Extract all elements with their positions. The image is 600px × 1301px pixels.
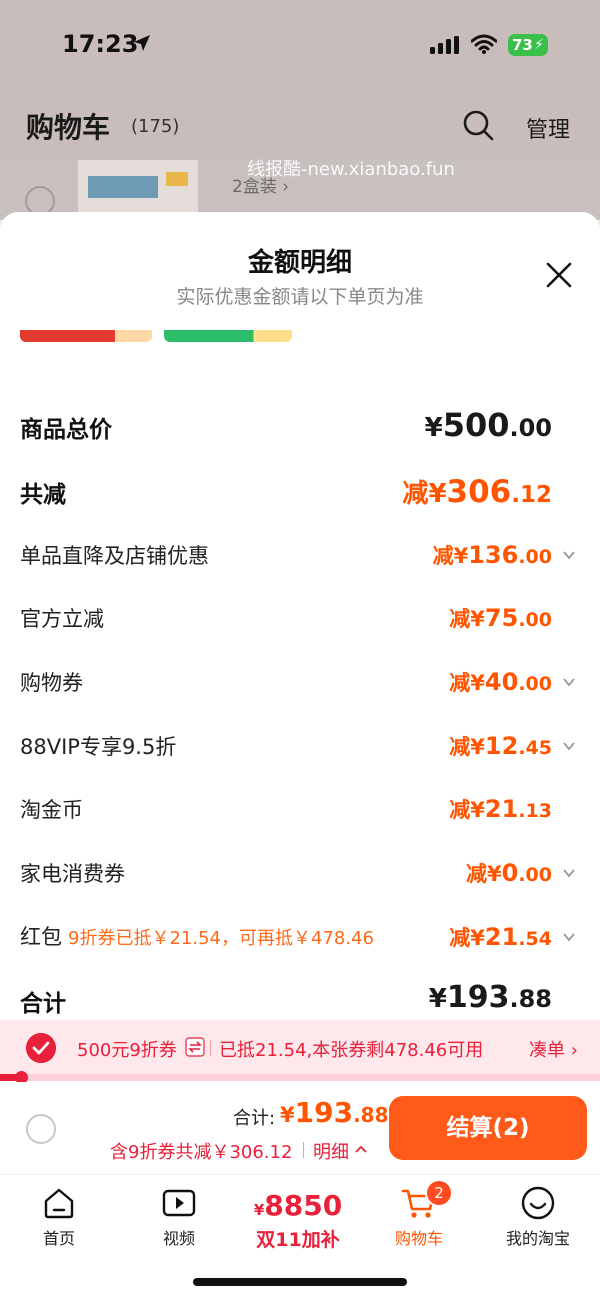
tab-label: 首页 (42, 1229, 75, 1248)
home-indicator[interactable] (193, 1278, 407, 1286)
manage-button[interactable]: 管理 (526, 112, 570, 144)
chevron-down-icon[interactable] (562, 739, 576, 753)
tab-video[interactable]: 视频 (129, 1181, 229, 1251)
sheet-title: 金额明细 (247, 248, 352, 278)
grand-total-amount: ¥193.88 (428, 980, 552, 1015)
status-bar: 17:23 73 ⚡ (0, 0, 600, 90)
tab-cart[interactable]: 2 购物车 (369, 1179, 469, 1251)
red-packet-amount[interactable]: 减¥21.54 (449, 922, 552, 952)
promo-amount: ¥8850 (253, 1189, 343, 1222)
charging-bolt-icon: ⚡ (534, 37, 544, 53)
cart-badge: 2 (425, 1179, 453, 1207)
sheet-subtitle: 实际优惠金额请以下单页为准 (176, 286, 424, 308)
chevron-up-icon[interactable] (354, 1144, 368, 1154)
profile-icon (521, 1186, 555, 1220)
taojinbi-amount: 减¥21.13 (449, 795, 552, 823)
promo-label: 双11加补 (256, 1229, 340, 1251)
search-icon[interactable] (462, 109, 494, 141)
total-label: 合计: (233, 1108, 276, 1129)
tab-home[interactable]: 首页 (9, 1181, 109, 1251)
chevron-down-icon[interactable] (562, 866, 576, 880)
row-label-store-discount[interactable]: 单品直降及店铺优惠 (20, 540, 209, 570)
row-label-grand-total: 合计 (20, 991, 66, 1017)
chevron-down-icon[interactable] (562, 548, 576, 562)
cellular-signal-icon (430, 36, 459, 54)
home-icon (44, 1188, 74, 1219)
row-label-red-packet[interactable]: 红包 9折券已抵￥21.54，可再抵￥478.46 (20, 921, 374, 951)
store-discount-amount[interactable]: 减¥136.00 (433, 540, 552, 570)
divider (303, 1142, 304, 1158)
tab-label: 购物车 (394, 1229, 443, 1248)
shopping-coupon-amount[interactable]: 减¥40.00 (449, 667, 552, 697)
battery-indicator: 73 ⚡ (508, 34, 548, 56)
tab-label: 视频 (162, 1229, 195, 1248)
close-icon[interactable] (544, 260, 574, 290)
tab-double11-promo[interactable]: ¥8850 双11加补 (248, 1181, 348, 1251)
row-label-appliance-voucher[interactable]: 家电消费券 (20, 858, 125, 888)
tab-my-taobao[interactable]: 我的淘宝 (488, 1181, 588, 1251)
row-label-official-discount: 官方立减 (20, 607, 104, 631)
row-label-shopping-coupon[interactable]: 购物券 (20, 667, 83, 697)
coupon-banner[interactable]: 500元9折券 已抵21.54,本张券剩478.46可用 凑单 › (0, 1020, 600, 1076)
promo-tag-strip (20, 330, 152, 342)
coupon-detail: 已抵21.54,本张券剩478.46可用 (219, 1040, 484, 1061)
red-packet-note: 9折券已抵￥21.54，可再抵￥478.46 (68, 928, 374, 949)
total-amount: ¥193.88 (280, 1096, 389, 1129)
savings-note: 含9折券共减￥306.12 (110, 1142, 293, 1163)
product-thumbnail[interactable] (78, 160, 198, 216)
coupon-name: 500元9折券 (77, 1040, 177, 1061)
watermark: 线报酷-new.xianbao.fun (247, 159, 455, 180)
video-icon (162, 1189, 196, 1217)
cart-header: 购物车 (175) 管理 (0, 90, 600, 160)
coupon-progress-bar (0, 1071, 600, 1084)
divider (210, 1040, 211, 1056)
88vip-discount-amount[interactable]: 减¥12.45 (449, 731, 552, 761)
select-all-radio[interactable] (26, 1114, 56, 1144)
battery-level: 73 (512, 36, 533, 54)
add-items-link[interactable]: 凑单 › (529, 1036, 578, 1062)
cart-count: (175) (131, 116, 180, 137)
subtotal-amount: ¥500.00 (424, 406, 552, 444)
chevron-down-icon[interactable] (562, 930, 576, 944)
row-label-subtotal: 商品总价 (20, 417, 112, 443)
wifi-icon (471, 34, 497, 54)
row-label-88vip[interactable]: 88VIP专享9.5折 (20, 731, 176, 761)
checkout-button[interactable]: 结算(2) (389, 1096, 587, 1160)
location-arrow-icon (134, 35, 150, 51)
detail-toggle[interactable]: 明细 (313, 1138, 349, 1164)
total-discount-amount: 减¥306.12 (402, 474, 552, 510)
status-time: 17:23 (62, 30, 139, 58)
checkmark-icon[interactable] (26, 1033, 56, 1063)
chevron-down-icon[interactable] (562, 675, 576, 689)
row-label-total-discount: 共减 (20, 482, 66, 508)
swap-icon[interactable] (185, 1037, 205, 1057)
red-packet-label: 红包 (20, 925, 62, 949)
service-tag-strip (164, 330, 292, 342)
checkout-bar: 合计: ¥193.88 含9折券共减￥306.12 明细 结算(2) (0, 1082, 600, 1174)
tab-label: 我的淘宝 (505, 1229, 570, 1248)
official-discount-amount: 减¥75.00 (449, 604, 552, 632)
page-title: 购物车 (26, 111, 111, 144)
appliance-voucher-amount[interactable]: 减¥0.00 (466, 858, 552, 888)
row-label-taojinbi: 淘金币 (20, 798, 83, 822)
